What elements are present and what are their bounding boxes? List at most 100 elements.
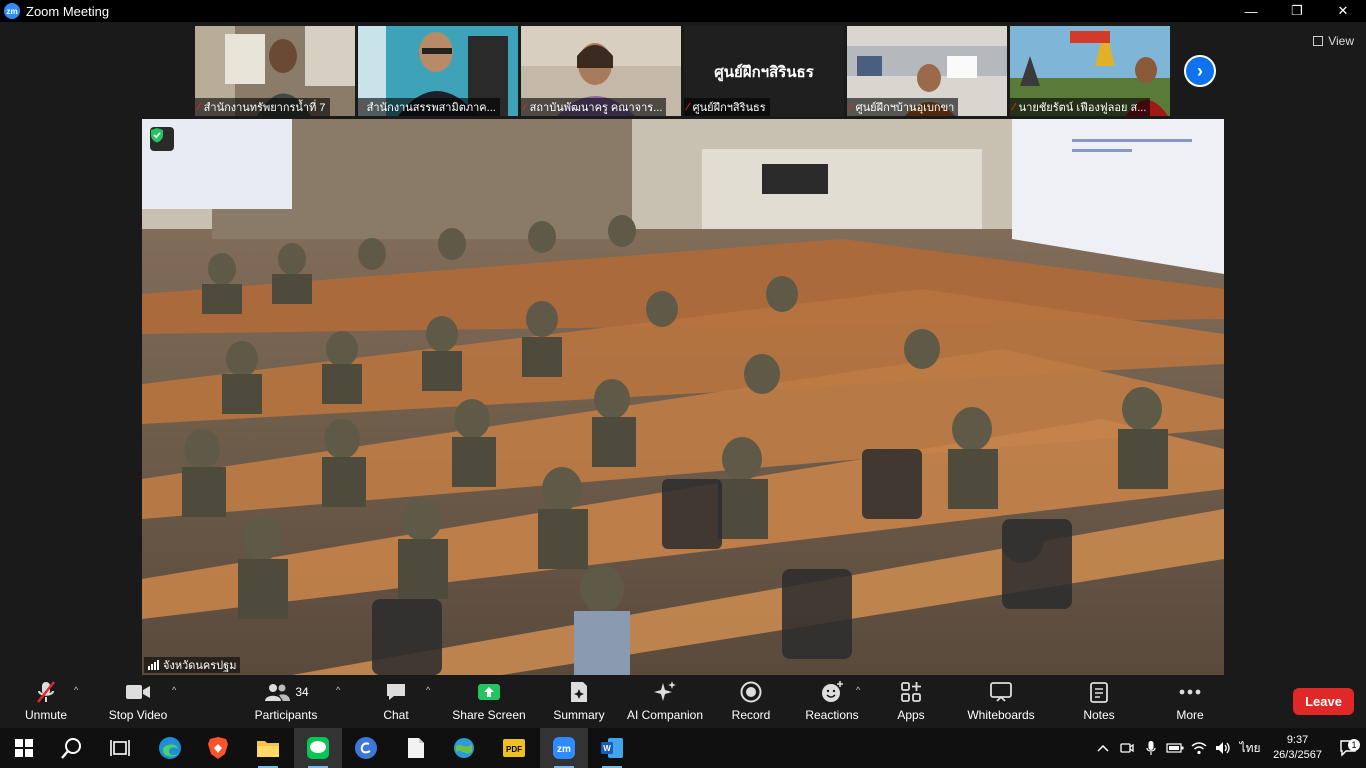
encryption-shield-icon[interactable] bbox=[150, 127, 174, 151]
edge-browser-icon bbox=[159, 737, 181, 759]
taskbar-app-document[interactable] bbox=[392, 728, 440, 768]
search-icon bbox=[61, 738, 81, 759]
volume-icon[interactable] bbox=[1211, 741, 1235, 755]
pdf-app-icon: PDF bbox=[503, 739, 525, 757]
svg-text:PDF: PDF bbox=[506, 745, 522, 754]
start-button[interactable] bbox=[0, 728, 48, 768]
clock-date: 26/3/2567 bbox=[1273, 749, 1322, 761]
document-icon bbox=[408, 738, 424, 758]
taskbar-app-canva[interactable] bbox=[342, 728, 390, 768]
participant-tile[interactable]: ศูนย์ฝึกฯสิรินธร ⁄ ศูนย์ฝึกฯสิรินธร bbox=[684, 26, 844, 116]
chat-label: Chat bbox=[383, 708, 409, 722]
chat-options-caret[interactable]: ^ bbox=[426, 685, 430, 695]
leave-button[interactable]: Leave bbox=[1293, 688, 1354, 715]
participant-tile[interactable]: ⁄ สำนักงานทรัพยากรน้ำที่ 7 bbox=[195, 26, 355, 116]
summary-button[interactable]: Summary bbox=[550, 680, 608, 726]
system-tray: ไทย 9:37 26/3/2567 1 bbox=[1091, 728, 1366, 768]
meeting-toolbar: Unmute ^ Stop Video ^ 34 Participants ^ … bbox=[0, 675, 1366, 728]
speaker-name: จังหวัดนครปฐม bbox=[163, 660, 237, 672]
globe-app-icon bbox=[454, 738, 474, 758]
record-icon bbox=[740, 680, 762, 704]
input-language-indicator[interactable]: ไทย bbox=[1235, 739, 1265, 758]
search-button[interactable] bbox=[48, 728, 96, 768]
participants-options-caret[interactable]: ^ bbox=[336, 685, 340, 695]
gallery-strip: ⁄ สำนักงานทรัพยากรน้ำที่ 7 ⁄ สำนักงานสรรพส… bbox=[0, 22, 1366, 118]
participant-name: ⁄ สถาบันพัฒนาครู คณาจาร... bbox=[521, 98, 667, 116]
title-bar: zm Zoom Meeting — ❐ ✕ bbox=[0, 0, 1366, 22]
taskbar-app-line[interactable] bbox=[294, 728, 342, 768]
whiteboard-icon bbox=[989, 680, 1013, 704]
minimize-button[interactable]: — bbox=[1228, 0, 1274, 22]
mic-muted-icon: ⁄ bbox=[850, 101, 852, 113]
notes-button[interactable]: Notes bbox=[1080, 680, 1118, 726]
stop-video-button[interactable]: Stop Video bbox=[106, 680, 170, 726]
more-dots-icon bbox=[1178, 680, 1202, 704]
participant-tile[interactable]: ⁄ ศูนย์ฝึกฯบ้านอุเบกขา bbox=[847, 26, 1007, 116]
svg-text:zm: zm bbox=[557, 744, 571, 755]
participants-button[interactable]: 34 Participants bbox=[252, 680, 320, 726]
apps-label: Apps bbox=[897, 708, 925, 722]
restore-button[interactable]: ❐ bbox=[1274, 0, 1320, 22]
participant-tile[interactable]: ⁄ สถาบันพัฒนาครู คณาจาร... bbox=[521, 26, 681, 116]
taskbar-app-zoom[interactable]: zm bbox=[540, 728, 588, 768]
stop-video-label: Stop Video bbox=[108, 708, 168, 722]
wifi-icon[interactable] bbox=[1187, 741, 1211, 755]
mic-muted-icon: ⁄ bbox=[524, 101, 526, 113]
windows-taskbar: PDF zm W ไทย 9:37 26/3/2567 1 bbox=[0, 728, 1366, 768]
grid-view-icon bbox=[1313, 36, 1324, 46]
record-label: Record bbox=[731, 708, 771, 722]
next-page-button[interactable]: › bbox=[1184, 55, 1216, 87]
taskbar-app-edge[interactable] bbox=[146, 728, 194, 768]
share-screen-button[interactable]: Share Screen bbox=[452, 680, 526, 726]
task-view-button[interactable] bbox=[96, 728, 144, 768]
clock-time: 9:37 bbox=[1286, 734, 1309, 746]
ai-companion-button[interactable]: AI Companion bbox=[625, 680, 705, 726]
record-button[interactable]: Record bbox=[730, 680, 772, 726]
apps-button[interactable]: Apps bbox=[894, 680, 928, 726]
reactions-options-caret[interactable]: ^ bbox=[856, 685, 860, 695]
show-hidden-icons-chevron-icon[interactable] bbox=[1091, 744, 1115, 752]
speaker-name-label: จังหวัดนครปฐม bbox=[144, 657, 241, 673]
mic-muted-icon: ⁄ bbox=[361, 101, 363, 113]
participant-tile[interactable]: ⁄ นายชัยรัตน์ เฟืองฟูลอย ส... bbox=[1010, 26, 1170, 116]
reactions-button[interactable]: Reactions bbox=[804, 680, 860, 726]
whiteboards-label: Whiteboards bbox=[967, 708, 1035, 722]
apps-icon bbox=[900, 680, 922, 704]
share-screen-icon bbox=[477, 680, 501, 704]
line-app-icon bbox=[307, 737, 329, 759]
audio-options-caret[interactable]: ^ bbox=[74, 685, 78, 695]
view-button[interactable]: View bbox=[1313, 34, 1354, 48]
battery-icon[interactable] bbox=[1163, 743, 1187, 753]
taskbar-clock[interactable]: 9:37 26/3/2567 bbox=[1265, 733, 1330, 763]
notification-center-button[interactable]: 1 bbox=[1330, 739, 1366, 757]
taskbar-app-word[interactable]: W bbox=[588, 728, 636, 768]
close-button[interactable]: ✕ bbox=[1320, 0, 1366, 22]
taskbar-app-file-explorer[interactable] bbox=[244, 728, 292, 768]
mic-muted-icon: ⁄ bbox=[198, 101, 200, 113]
participants-icon: 34 bbox=[263, 680, 309, 704]
mic-muted-icon: ⁄ bbox=[687, 101, 689, 113]
window-title: Zoom Meeting bbox=[26, 3, 110, 19]
more-button[interactable]: More bbox=[1172, 680, 1208, 726]
summary-label: Summary bbox=[553, 708, 605, 722]
taskbar-app-pdf[interactable]: PDF bbox=[490, 728, 538, 768]
microphone-in-use-icon[interactable] bbox=[1139, 740, 1163, 756]
taskbar-app-brave[interactable] bbox=[194, 728, 242, 768]
participant-name: ⁄ นายชัยรัตน์ เฟืองฟูลอย ส... bbox=[1010, 98, 1151, 116]
video-options-caret[interactable]: ^ bbox=[172, 685, 176, 695]
meet-now-icon[interactable] bbox=[1115, 741, 1139, 755]
word-app-icon: W bbox=[601, 738, 623, 758]
participant-name: ⁄ สำนักงานทรัพยากรน้ำที่ 7 bbox=[195, 98, 330, 116]
participant-tile[interactable]: ⁄ สำนักงานสรรพสามิตภาค... bbox=[358, 26, 518, 116]
smiley-plus-icon bbox=[820, 680, 844, 704]
whiteboards-button[interactable]: Whiteboards bbox=[964, 680, 1038, 726]
taskbar-app-globe[interactable] bbox=[440, 728, 488, 768]
chat-button[interactable]: Chat bbox=[376, 680, 416, 726]
unmute-button[interactable]: Unmute bbox=[22, 680, 70, 726]
brave-browser-icon bbox=[208, 737, 228, 759]
video-camera-icon bbox=[125, 680, 151, 704]
participant-name: ⁄ สำนักงานสรรพสามิตภาค... bbox=[358, 98, 500, 116]
active-speaker-video[interactable]: จังหวัดนครปฐม bbox=[142, 119, 1224, 675]
participant-name: ⁄ ศูนย์ฝึกฯบ้านอุเบกขา bbox=[847, 98, 959, 116]
chat-bubble-icon bbox=[385, 680, 407, 704]
